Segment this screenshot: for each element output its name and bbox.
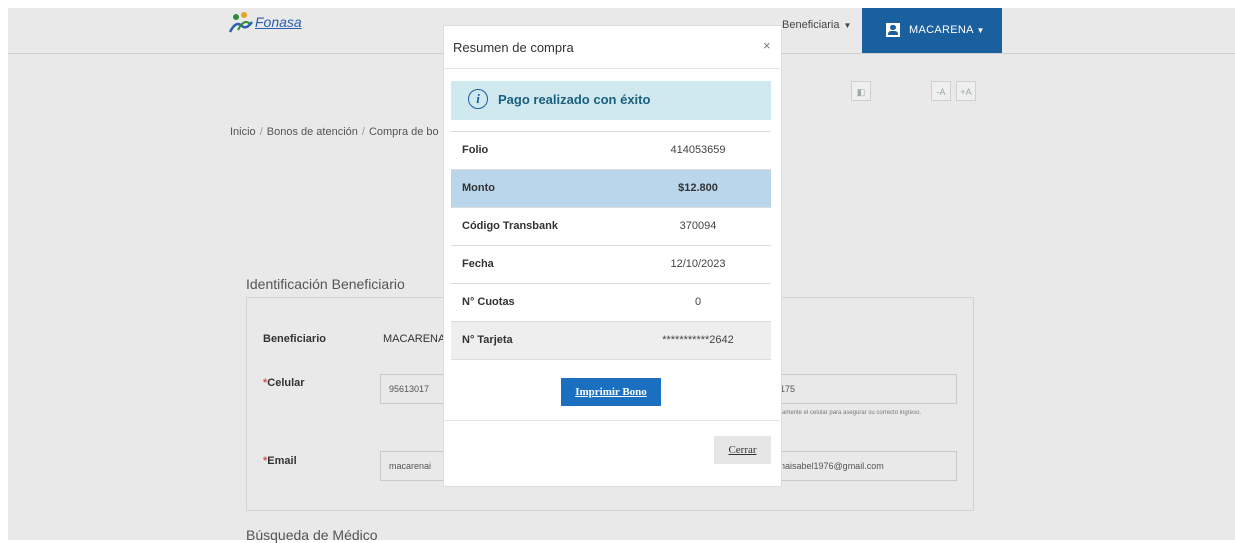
celular-hint: amente el celular para asegurar su corre… xyxy=(782,410,922,416)
email-confirm-input[interactable]: naisabel1976@gmail.com xyxy=(772,451,957,481)
print-voucher-button[interactable]: Imprimir Bono xyxy=(561,378,661,406)
table-row: Folio 414053659 xyxy=(451,131,771,169)
beneficiario-label: Beneficiario xyxy=(263,333,326,345)
modal-header-divider xyxy=(444,68,781,69)
success-message: Pago realizado con éxito xyxy=(498,92,651,107)
table-row: Código Transbank 370094 xyxy=(451,207,771,245)
celular-confirm-input[interactable]: 175 xyxy=(772,374,957,404)
user-card-icon xyxy=(886,23,900,37)
cuotas-label: N° Cuotas xyxy=(462,296,515,308)
busqueda-medico-title: Búsqueda de Médico xyxy=(246,527,378,543)
fonasa-logo-text[interactable]: Fonasa xyxy=(255,14,302,30)
monto-value: $12.800 xyxy=(678,182,718,194)
codigo-transbank-value: 370094 xyxy=(679,220,717,232)
close-icon[interactable]: × xyxy=(763,38,771,53)
tarjeta-label: N° Tarjeta xyxy=(462,334,513,346)
fecha-label: Fecha xyxy=(462,258,494,270)
table-row: N° Tarjeta ***********2642 xyxy=(451,321,771,360)
modal-footer-divider xyxy=(444,420,781,421)
page: Fonasa Beneficiaria ▼ MACARENA ▼ ◧ -A +A … xyxy=(0,0,1235,543)
close-button[interactable]: Cerrar xyxy=(714,436,771,464)
table-row: N° Cuotas 0 xyxy=(451,283,771,321)
table-row: Fecha 12/10/2023 xyxy=(451,245,771,283)
email-label: *Email xyxy=(263,455,297,467)
beneficiaria-menu[interactable]: Beneficiaria ▼ xyxy=(782,19,851,31)
font-decrease-button[interactable]: -A xyxy=(931,81,951,101)
email-input[interactable]: macarenai xyxy=(380,451,450,481)
breadcrumb-bonos[interactable]: Bonos de atención xyxy=(267,126,358,138)
breadcrumb: Inicio / Bonos de atención / Compra de bo xyxy=(230,126,439,138)
success-alert: i Pago realizado con éxito xyxy=(451,81,771,120)
info-icon: i xyxy=(468,89,488,109)
beneficiaria-menu-label: Beneficiaria xyxy=(782,19,840,31)
folio-label: Folio xyxy=(462,144,489,156)
caret-down-icon: ▼ xyxy=(843,21,852,30)
cuotas-value: 0 xyxy=(694,296,702,308)
breadcrumb-inicio[interactable]: Inicio xyxy=(230,126,256,138)
user-name: MACARENA ▼ xyxy=(909,24,985,36)
modal-title: Resumen de compra xyxy=(453,40,574,55)
celular-input[interactable]: 95613017 xyxy=(380,374,450,404)
contrast-toggle-button[interactable]: ◧ xyxy=(851,81,871,101)
fecha-value: 12/10/2023 xyxy=(670,258,726,270)
identificacion-title: Identificación Beneficiario xyxy=(246,276,405,292)
tarjeta-value: ***********2642 xyxy=(662,334,734,346)
purchase-summary-modal: Resumen de compra × i Pago realizado con… xyxy=(443,25,782,487)
table-row: Monto $12.800 xyxy=(451,169,771,207)
user-menu[interactable]: MACARENA ▼ xyxy=(862,8,1002,53)
font-increase-button[interactable]: +A xyxy=(956,81,976,101)
folio-value: 414053659 xyxy=(670,144,726,156)
beneficiario-value: MACARENA xyxy=(383,333,446,345)
celular-label: *Celular xyxy=(263,377,305,389)
breadcrumb-compra: Compra de bo xyxy=(368,126,439,138)
summary-table: Folio 414053659 Monto $12.800 Código Tra… xyxy=(451,131,771,360)
frame-border xyxy=(0,0,8,540)
codigo-transbank-label: Código Transbank xyxy=(462,220,558,232)
monto-label: Monto xyxy=(462,182,495,194)
